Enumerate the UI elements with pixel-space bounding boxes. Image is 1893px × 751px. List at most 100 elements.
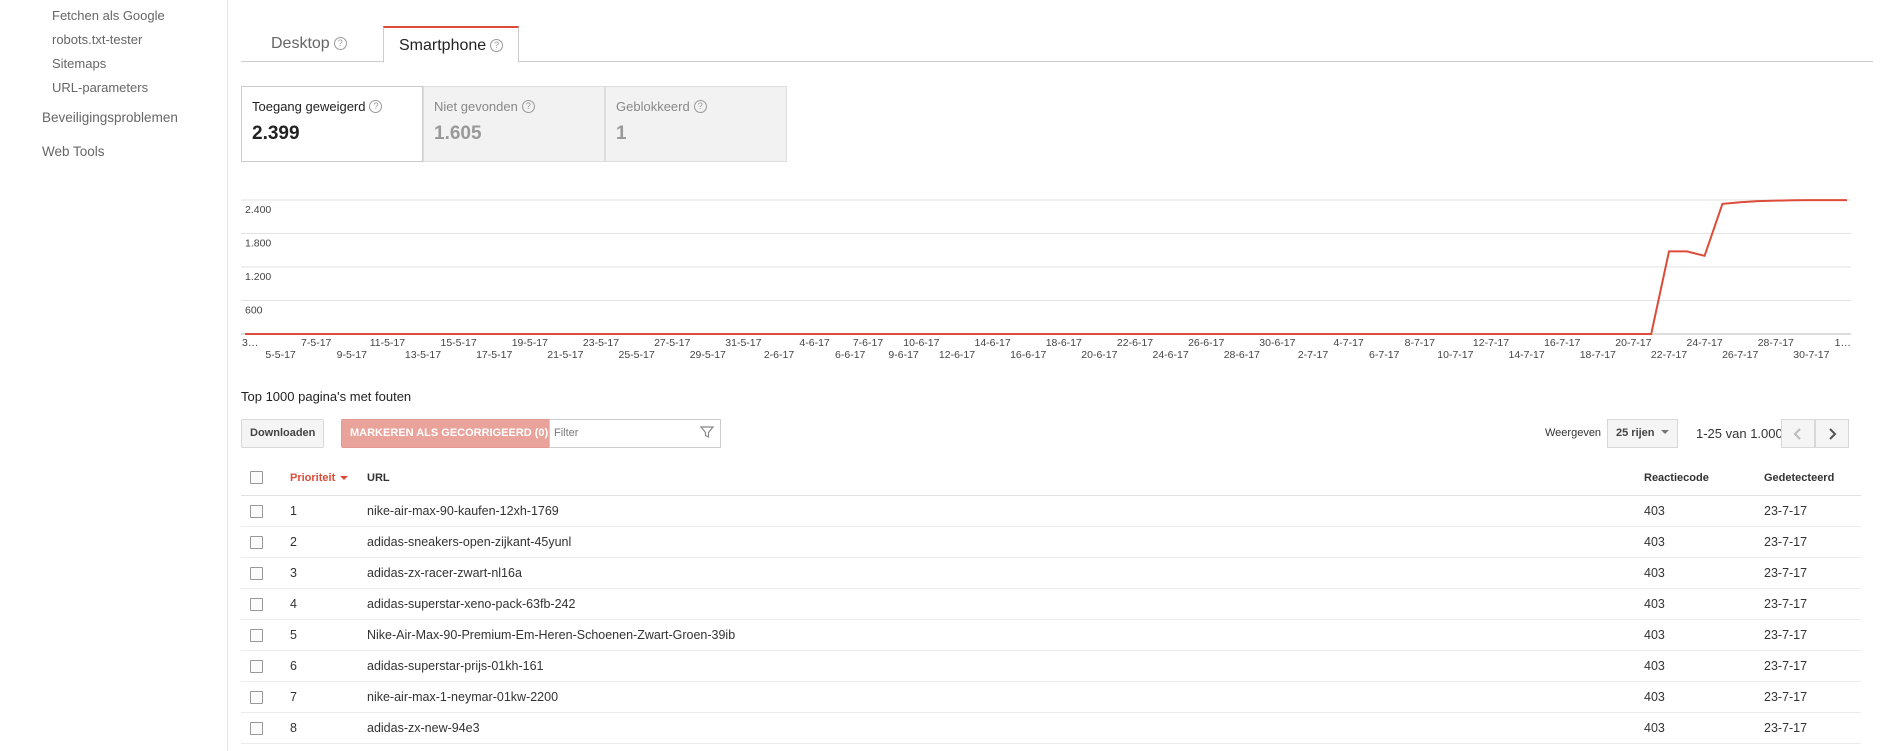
priority-cell: 5 (290, 628, 297, 642)
x-tick-label: 19-5-17 (512, 337, 548, 349)
x-tick-label: 18-7-17 (1580, 349, 1616, 361)
x-tick-label: 30-6-17 (1259, 337, 1295, 349)
previous-page-button[interactable] (1781, 419, 1815, 448)
response-code-cell: 403 (1644, 690, 1665, 704)
x-tick-label: 5-5-17 (265, 349, 296, 361)
select-all-checkbox[interactable] (250, 471, 263, 484)
x-tick-label: 16-6-17 (1010, 349, 1046, 361)
row-checkbox[interactable] (250, 567, 263, 580)
sidebar-item-robots-tester[interactable]: robots.txt-tester (52, 32, 142, 47)
priority-cell: 1 (290, 504, 297, 518)
mark-as-fixed-button[interactable]: MARKEREN ALS GECORRIGEERD (0) (341, 419, 558, 448)
url-cell[interactable]: adidas-superstar-xeno-pack-63fb-242 (367, 597, 575, 611)
url-cell[interactable]: adidas-superstar-prijs-01kh-161 (367, 659, 543, 673)
table-body: 1 nike-air-max-90-kaufen-12xh-1769 403 23-7… (241, 496, 1861, 751)
row-checkbox[interactable] (250, 691, 263, 704)
metric-label: Niet gevonden (434, 99, 518, 114)
x-tick-label: 12-6-17 (939, 349, 975, 361)
detected-column-header[interactable]: Gedetecteerd (1764, 472, 1834, 484)
metric-blocked[interactable]: Geblokkeerd? 1 (605, 86, 787, 162)
url-cell[interactable]: nike-air-max-1-neymar-01kw-2200 (367, 690, 558, 704)
next-page-button[interactable] (1815, 419, 1849, 448)
download-button[interactable]: Downloaden (241, 419, 325, 448)
x-tick-label: 10-7-17 (1437, 349, 1473, 361)
sidebar-item-fetch-as-google[interactable]: Fetchen als Google (52, 8, 165, 23)
detected-date-cell: 23-7-17 (1764, 535, 1808, 549)
row-checkbox[interactable] (250, 536, 263, 549)
response-code-cell: 403 (1644, 628, 1665, 642)
table-row[interactable]: 2 adidas-sneakers-open-zijkant-45yunl 403 2… (241, 527, 1861, 558)
metric-access-denied[interactable]: Toegang geweigerd? 2.399 (241, 86, 423, 162)
response-code-column-header[interactable]: Reactiecode (1644, 472, 1709, 484)
url-cell[interactable]: adidas-zx-racer-zwart-nl16a (367, 566, 522, 580)
sidebar-item-web-tools[interactable]: Web Tools (42, 144, 105, 159)
x-tick-label: 4-6-17 (799, 337, 830, 349)
sidebar-item-url-parameters[interactable]: URL-parameters (52, 80, 148, 95)
table-row[interactable]: 7 nike-air-max-1-neymar-01kw-2200 403 23-7-… (241, 682, 1861, 713)
sidebar-item-sitemaps[interactable]: Sitemaps (52, 56, 106, 71)
x-tick-label: 9-5-17 (337, 349, 368, 361)
rows-per-page-select[interactable]: 25 rijen (1607, 419, 1678, 448)
x-tick-label: 16-7-17 (1544, 337, 1580, 349)
x-tick-label: 8-7-17 (1405, 337, 1436, 349)
help-icon[interactable]: ? (369, 100, 383, 113)
rows-per-page-value: 25 rijen (1616, 427, 1655, 439)
table-row[interactable]: 5 Nike-Air-Max-90-Premium-Em-Heren-Schoen… (241, 620, 1861, 651)
table-row[interactable]: 4 adidas-superstar-xeno-pack-63fb-242 403 2… (241, 589, 1861, 620)
url-cell[interactable]: nike-air-max-90-kaufen-12xh-1769 (367, 504, 559, 518)
x-tick-label: 28-7-17 (1758, 337, 1794, 349)
filter-input[interactable]: Filter (549, 419, 721, 448)
table-row[interactable]: 3 adidas-zx-racer-zwart-nl16a 403 23-7-17 (241, 558, 1861, 589)
x-tick-label: 14-7-17 (1508, 349, 1544, 361)
url-cell[interactable]: Nike-Air-Max-90-Premium-Em-Heren-Schoene… (367, 628, 735, 642)
y-tick-label: 600 (245, 305, 263, 317)
x-tick-label: 21-5-17 (547, 349, 583, 361)
row-checkbox[interactable] (250, 629, 263, 642)
detected-date-cell: 23-7-17 (1764, 721, 1808, 735)
metric-not-found[interactable]: Niet gevonden? 1.605 (423, 86, 605, 162)
help-icon[interactable]: ? (693, 100, 707, 113)
section-title: Top 1000 pagina's met fouten (241, 389, 412, 404)
url-cell[interactable]: adidas-sneakers-open-zijkant-45yunl (367, 535, 571, 549)
x-tick-label: 22-7-17 (1651, 349, 1687, 361)
x-tick-label: 29-5-17 (690, 349, 726, 361)
x-tick-label: 28-6-17 (1224, 349, 1260, 361)
header-label: Prioriteit (290, 472, 336, 484)
row-checkbox[interactable] (250, 505, 263, 518)
row-checkbox[interactable] (250, 722, 263, 735)
help-icon[interactable]: ? (490, 39, 504, 52)
url-column-header[interactable]: URL (367, 472, 390, 484)
table-row[interactable]: 6 adidas-superstar-prijs-01kh-161 403 23-7-… (241, 651, 1861, 682)
chart-svg: 600 1.200 1.800 2.400 7-5-17 11-5-17 15-5-17 19… (241, 199, 1851, 361)
row-checkbox[interactable] (250, 598, 263, 611)
table-row[interactable]: 9adidas-stan-smith-id-sports-59d340321-7… (241, 744, 1861, 751)
url-cell[interactable]: adidas-zx-new-94e3 (367, 721, 480, 735)
help-icon[interactable]: ? (521, 100, 535, 113)
response-code-cell: 403 (1644, 566, 1665, 580)
response-code-cell: 403 (1644, 659, 1665, 673)
x-tick-label: 20-7-17 (1615, 337, 1651, 349)
row-checkbox[interactable] (250, 660, 263, 673)
metric-label: Toegang geweigerd (252, 99, 366, 114)
detected-date-cell: 23-7-17 (1764, 566, 1808, 580)
y-tick-label: 2.400 (245, 204, 271, 216)
filter-funnel-icon[interactable] (700, 425, 714, 439)
table-row[interactable]: 8 adidas-zx-new-94e3 403 23-7-17 (241, 713, 1861, 744)
tab-desktop[interactable]: Desktop? (241, 26, 362, 62)
x-tick-label: 24-6-17 (1152, 349, 1188, 361)
x-tick-label: 10-6-17 (903, 337, 939, 349)
x-tick-label: 9-6-17 (888, 349, 919, 361)
metric-value: 1.605 (434, 123, 482, 144)
help-icon[interactable]: ? (333, 37, 347, 50)
detected-date-cell: 23-7-17 (1764, 659, 1808, 673)
tab-smartphone[interactable]: Smartphone? (383, 26, 520, 63)
sidebar-item-security-issues[interactable]: Beveiligingsproblemen (42, 110, 178, 125)
priority-cell: 4 (290, 597, 297, 611)
x-tick-label: 22-6-17 (1117, 337, 1153, 349)
priority-column-header[interactable]: Prioriteit (290, 472, 349, 484)
detected-date-cell: 23-7-17 (1764, 504, 1808, 518)
x-tick-label: 14-6-17 (974, 337, 1010, 349)
device-tabs: Desktop? Smartphone? (241, 26, 1873, 63)
x-tick-label: 4-7-17 (1333, 337, 1364, 349)
table-row[interactable]: 1 nike-air-max-90-kaufen-12xh-1769 403 23-7… (241, 496, 1861, 527)
